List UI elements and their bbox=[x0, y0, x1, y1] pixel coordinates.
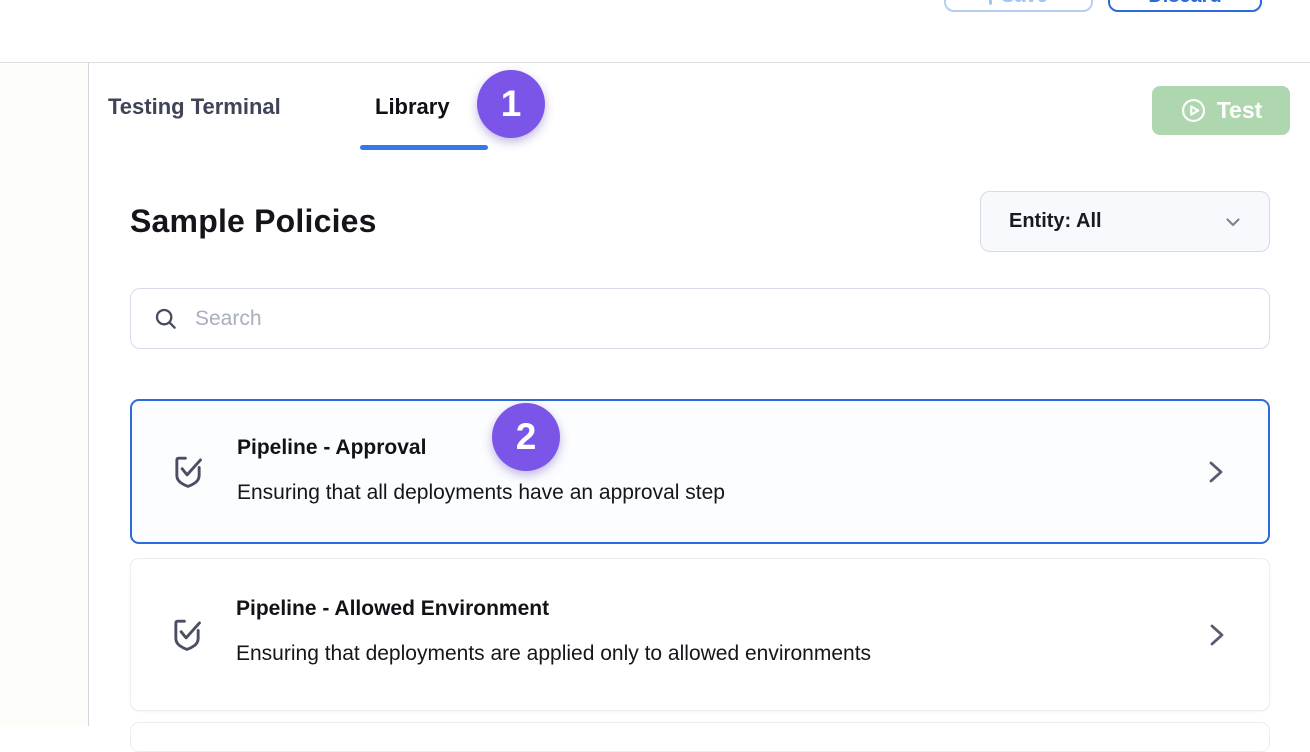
entity-filter-value: Entity: All bbox=[1009, 210, 1102, 233]
search-input[interactable] bbox=[195, 307, 1247, 331]
save-icon bbox=[989, 0, 992, 5]
chevron-right-icon bbox=[1203, 620, 1231, 650]
policy-card-partial[interactable] bbox=[130, 722, 1270, 752]
chevron-right-icon bbox=[1202, 457, 1230, 487]
sidebar-strip bbox=[0, 63, 89, 726]
play-circle-icon bbox=[1180, 97, 1207, 124]
tab-library[interactable]: Library bbox=[375, 92, 450, 122]
test-button-label: Test bbox=[1217, 97, 1263, 124]
discard-button[interactable]: Discard bbox=[1108, 0, 1262, 12]
active-tab-indicator bbox=[360, 145, 488, 150]
annotation-step-2-badge: 2 bbox=[492, 403, 560, 471]
page-title: Sample Policies bbox=[130, 201, 377, 241]
entity-filter-dropdown[interactable]: Entity: All bbox=[980, 191, 1270, 252]
policy-card-pipeline-approval[interactable]: Pipeline - Approval Ensuring that all de… bbox=[130, 399, 1270, 544]
topbar: Save Discard bbox=[0, 0, 1310, 63]
save-button[interactable]: Save bbox=[944, 0, 1093, 12]
chevron-down-icon bbox=[1221, 210, 1245, 234]
policy-description: Ensuring that deployments are applied on… bbox=[236, 639, 871, 669]
policy-description: Ensuring that all deployments have an ap… bbox=[237, 478, 725, 508]
tab-testing-terminal[interactable]: Testing Terminal bbox=[108, 92, 281, 122]
shield-check-icon bbox=[166, 614, 208, 656]
policy-title: Pipeline - Approval bbox=[237, 434, 426, 462]
shield-check-icon bbox=[167, 451, 209, 493]
policy-card-pipeline-allowed-environment[interactable]: Pipeline - Allowed Environment Ensuring … bbox=[130, 558, 1270, 711]
search-box bbox=[130, 288, 1270, 349]
annotation-step-1-badge: 1 bbox=[477, 70, 545, 138]
search-icon bbox=[153, 306, 179, 332]
policy-title: Pipeline - Allowed Environment bbox=[236, 595, 549, 623]
discard-button-label: Discard bbox=[1148, 0, 1221, 8]
test-button[interactable]: Test bbox=[1152, 86, 1290, 135]
save-button-label: Save bbox=[1001, 0, 1048, 8]
